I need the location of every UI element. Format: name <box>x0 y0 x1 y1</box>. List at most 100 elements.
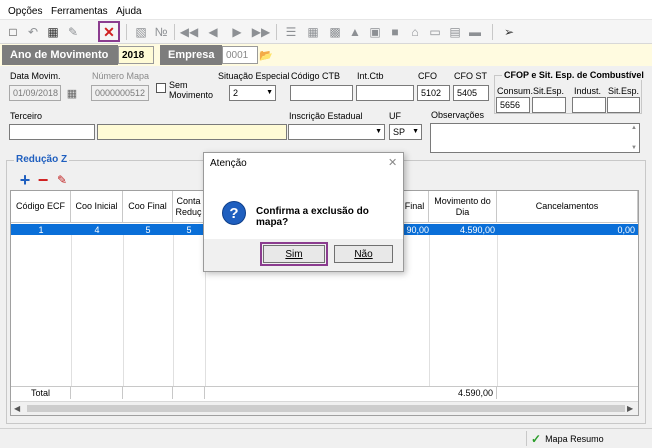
first-record-icon[interactable]: ◀◀ <box>180 23 198 40</box>
tree-icon[interactable]: ☰ <box>282 23 300 40</box>
open-folder-icon[interactable]: 📂 <box>258 47 274 63</box>
house-icon[interactable]: ⌂ <box>406 23 424 40</box>
indust-sit-esp-field[interactable] <box>607 97 640 113</box>
grid-line <box>497 235 498 387</box>
uf-select[interactable]: SP ▼ <box>389 124 422 140</box>
cfo-field[interactable]: 5102 <box>417 85 450 101</box>
column-header-coo-inicial[interactable]: Coo Inicial <box>71 191 123 223</box>
year-label: Ano de Movimento <box>2 45 118 65</box>
column-header-movimento[interactable]: Movimento do Dia <box>429 191 497 223</box>
menu-ferramentas[interactable]: Ferramentas <box>51 6 108 17</box>
column-header-cancelamentos[interactable]: Cancelamentos <box>497 191 638 223</box>
horizontal-scrollbar[interactable]: ◀ ▶ <box>11 401 638 415</box>
cfo-st-label: CFO ST <box>454 71 487 81</box>
column-header-conta-reducao[interactable]: Conta Reduç <box>173 191 205 223</box>
edit-icon[interactable]: ✎ <box>64 23 82 40</box>
year-field[interactable]: 2018 <box>118 46 154 64</box>
confirm-dialog: Atenção ✕ ? Confirma a exclusão do mapa?… <box>203 152 404 272</box>
company-field[interactable]: 0001 <box>222 46 258 64</box>
close-icon[interactable]: ✕ <box>388 156 397 169</box>
menu-ajuda[interactable]: Ajuda <box>116 6 142 17</box>
undo-icon[interactable]: ↶ <box>24 23 42 40</box>
cell-final: 90,00 <box>406 224 429 235</box>
total-label: Total <box>11 387 71 399</box>
data-movim-field[interactable]: 01/09/2018 <box>9 85 61 101</box>
total-cell <box>71 387 123 399</box>
yes-button[interactable]: Sim <box>260 242 328 266</box>
cell-coo-final: 5 <box>145 224 151 235</box>
codigo-ctb-field[interactable] <box>290 85 353 101</box>
cfo-label: CFO <box>418 71 437 81</box>
sit-esp-label-2: Sit.Esp. <box>608 86 640 96</box>
delete-icon[interactable]: ✕ <box>98 21 120 42</box>
cfo-st-field[interactable]: 5405 <box>453 85 489 101</box>
column-header-codigo-ecf[interactable]: Código ECF <box>11 191 71 223</box>
cell-coo-inicial: 4 <box>94 224 100 235</box>
cell-codigo-ecf: 1 <box>38 224 44 235</box>
exit-door-icon[interactable]: ➢ <box>500 23 518 40</box>
last-record-icon[interactable]: ▶▶ <box>252 23 270 40</box>
int-ctb-field[interactable] <box>356 85 414 101</box>
uf-value: SP <box>393 127 406 137</box>
terceiro-name-field[interactable] <box>97 124 287 140</box>
cell-conta-reducao: 5 <box>186 224 192 235</box>
toolbar-separator <box>492 24 493 40</box>
scroll-up-icon[interactable]: ▲ <box>631 125 637 131</box>
stamp-icon[interactable]: ▲ <box>346 23 364 40</box>
combustivel-title: CFOP e Sit. Esp. de Combustível <box>502 70 646 80</box>
scroll-down-icon[interactable]: ▼ <box>631 145 637 151</box>
scrollbar-thumb[interactable] <box>27 405 625 412</box>
menu-opcoes[interactable]: Opções <box>8 6 42 17</box>
terceiro-label: Terceiro <box>10 111 43 121</box>
copy-icon[interactable]: ▩ <box>326 23 344 40</box>
scroll-left-icon[interactable]: ◀ <box>14 404 20 413</box>
consum-sit-esp-field[interactable] <box>532 97 566 113</box>
observacoes-label: Observações <box>431 110 485 120</box>
column-header-final[interactable]: Final <box>401 191 429 223</box>
total-cell <box>173 387 205 399</box>
year-company-bar: Ano de Movimento 2018 Empresa 0001 📂 <box>0 44 652 66</box>
indust-field[interactable] <box>572 97 606 113</box>
calendar-icon[interactable]: ▦ <box>64 85 80 101</box>
sem-movimento-label-2: Movimento <box>169 90 214 100</box>
previous-record-icon[interactable]: ◀ <box>204 23 222 40</box>
chevron-down-icon: ▼ <box>266 89 273 96</box>
plus-icon[interactable]: + <box>17 170 33 190</box>
consum-label: Consum. <box>497 86 534 96</box>
codigo-ctb-label: Código CTB <box>291 71 341 81</box>
indust-label: Indust. <box>574 86 602 96</box>
grid-icon[interactable]: ▦ <box>304 23 322 40</box>
folder-icon[interactable]: ▣ <box>366 23 384 40</box>
number-icon[interactable]: № <box>152 23 170 40</box>
cell-cancelamentos: 0,00 <box>617 224 635 235</box>
total-cell <box>123 387 173 399</box>
consum-field[interactable]: 5656 <box>496 97 530 113</box>
dialog-message: Confirma a exclusão do mapa? <box>256 206 369 228</box>
terceiro-code-field[interactable] <box>9 124 95 140</box>
sem-movimento-label-1: Sem <box>169 80 188 90</box>
reducao-z-title: Redução Z <box>14 154 70 165</box>
minus-icon[interactable]: − <box>35 170 51 190</box>
next-record-icon[interactable]: ▶ <box>228 23 246 40</box>
sem-movimento-checkbox[interactable] <box>156 83 166 93</box>
minus-bar-icon[interactable]: ▬ <box>466 23 484 40</box>
company-label: Empresa <box>160 45 222 65</box>
document-icon[interactable]: ▧ <box>132 23 150 40</box>
inscricao-estadual-select[interactable]: ▼ <box>288 124 385 140</box>
observacoes-field[interactable]: ▲ ▼ <box>430 123 640 153</box>
status-panel: ✓ Mapa Resumo <box>526 431 626 446</box>
save-icon[interactable]: ▦ <box>44 23 62 40</box>
mapa-resumo-status: Mapa Resumo <box>545 433 604 444</box>
grid-line <box>71 235 72 387</box>
toolbar: □ ↶ ▦ ✎ ✕ ▧ № ◀◀ ◀ ▶ ▶▶ ☰ ▦ ▩ ▲ ▣ ■ ⌂ ▭ … <box>0 20 652 44</box>
numero-mapa-field[interactable]: 0000000512 <box>91 85 149 101</box>
column-header-coo-final[interactable]: Coo Final <box>123 191 173 223</box>
no-button[interactable]: Não <box>334 245 393 263</box>
new-icon[interactable]: □ <box>4 23 22 40</box>
pen-icon[interactable]: ✎ <box>54 172 70 188</box>
page-icon[interactable]: ▭ <box>426 23 444 40</box>
archive-icon[interactable]: ■ <box>386 23 404 40</box>
scroll-right-icon[interactable]: ▶ <box>627 404 633 413</box>
situacao-especial-select[interactable]: 2 ▼ <box>229 85 276 101</box>
list-icon[interactable]: ▤ <box>446 23 464 40</box>
